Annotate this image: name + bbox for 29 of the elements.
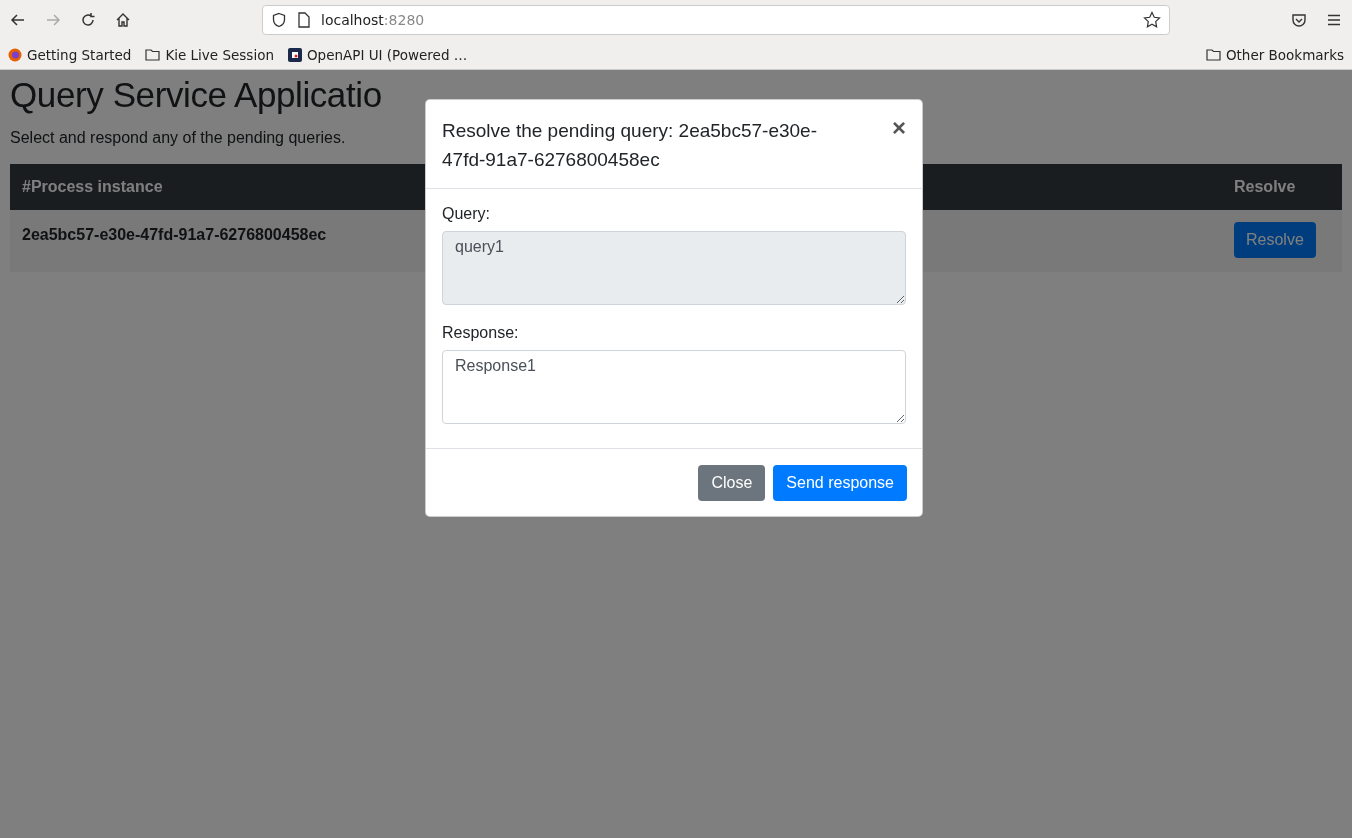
text-area[interactable]: query1 [442, 230, 906, 305]
page-title: Query Service Applicatio [10, 76, 382, 115]
back-icon[interactable] [10, 12, 26, 28]
field-label: Query: [442, 204, 491, 223]
modal-title: Resolve the pending query: 2ea5bc57-e30e-47fd-91a7-6276800458ec [442, 119, 818, 173]
address-bar[interactable]: localhost:8280 [262, 5, 1170, 35]
bookmark-item[interactable]: Other Bookmarks [1205, 46, 1344, 63]
reload-icon[interactable] [80, 12, 96, 28]
bookmark-item[interactable]: OpenAPI UI (Powered … [287, 46, 468, 63]
star-icon[interactable] [1143, 11, 1161, 29]
field-label: Response: [442, 323, 520, 342]
column-header: #Process instance [21, 177, 164, 196]
bookmark-item[interactable]: Kie Live Session [145, 46, 274, 63]
folder-icon [145, 48, 161, 61]
text-area[interactable]: Response1 [442, 349, 906, 424]
send-button[interactable]: Send response [773, 464, 907, 501]
close-button[interactable]: Close [698, 464, 766, 501]
column-header: Resolve [1233, 177, 1297, 196]
bookmark-item[interactable]: Getting Started [8, 46, 132, 63]
url-text: localhost:8280 [321, 12, 425, 28]
home-icon[interactable] [115, 12, 131, 28]
menu-icon[interactable] [1326, 12, 1342, 28]
shield-icon [271, 12, 287, 28]
page-subtitle: Select and respond any of the pending queries. [10, 128, 346, 147]
app-icon [287, 47, 302, 62]
pocket-icon[interactable] [1291, 12, 1307, 28]
table-cell: 2ea5bc57-e30e-47fd-91a7-6276800458ec [22, 225, 327, 243]
page-icon [297, 12, 311, 28]
folder-icon [1205, 48, 1221, 61]
